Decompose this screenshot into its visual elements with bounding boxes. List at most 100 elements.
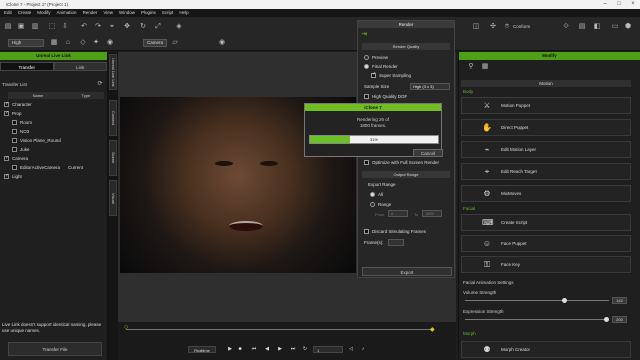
high-quality-dof-checkbox[interactable] [364, 94, 369, 99]
preview-radio[interactable] [364, 55, 369, 60]
chart-icon[interactable]: ▤ [578, 23, 586, 31]
row-checkbox[interactable] [12, 120, 17, 125]
stop-icon[interactable]: ■ [236, 346, 244, 353]
side-tab-unreal-live-link[interactable]: Unreal Live Link [109, 54, 117, 90]
transfer-list-row[interactable]: Juke [0, 145, 104, 154]
discard-option[interactable]: Discard Simulating Frames [364, 228, 426, 235]
side-tab-content[interactable]: Content [109, 100, 117, 136]
menu-plugins[interactable]: Plugins [141, 9, 156, 17]
transfer-list-row[interactable]: Camera [0, 154, 104, 163]
frames-input[interactable] [388, 239, 404, 246]
move-icon[interactable]: ✥ [123, 23, 131, 31]
side-tab-scene[interactable]: Scene [109, 140, 117, 176]
side-tab-visual[interactable]: Visual [109, 180, 117, 216]
preview-option[interactable]: Preview [364, 54, 388, 61]
face-key-button[interactable]: ⚿ Face Key [461, 256, 631, 273]
expression-strength-knob[interactable] [604, 317, 609, 322]
menu-edit[interactable]: Edit [4, 9, 12, 17]
edit-reach-target-button[interactable]: ⌖ Edit Reach Target [461, 163, 631, 180]
discard-checkbox[interactable] [364, 229, 369, 234]
open-icon[interactable]: ▣ [17, 23, 25, 31]
menu-view[interactable]: View [103, 9, 113, 17]
eye-icon[interactable]: ◉ [218, 39, 226, 47]
loop-icon[interactable]: ↻ [301, 346, 309, 353]
scale-icon[interactable]: ⤢ [154, 23, 162, 31]
tab-transfer[interactable]: Transfer [0, 62, 54, 71]
quality-dropdown[interactable]: High [8, 39, 44, 47]
current-frame-field[interactable]: 1 [313, 346, 343, 353]
menu-script[interactable]: Script [162, 9, 174, 17]
home-icon[interactable]: ⌂ [64, 39, 72, 47]
motion-puppet-button[interactable]: ⚔ Motion Puppet [461, 97, 631, 114]
transfer-list-row[interactable]: Room [0, 118, 104, 127]
camera-icon[interactable]: ◉ [106, 39, 114, 47]
first-frame-icon[interactable]: ⏮ [250, 346, 258, 353]
transfer-list-row[interactable]: Light [0, 172, 104, 181]
all-radio[interactable] [370, 192, 375, 197]
timeline-track[interactable] [126, 329, 432, 330]
import-icon[interactable]: ⬚ [48, 23, 56, 31]
mixmoves-button[interactable]: ⚙ MixMoves [461, 185, 631, 202]
realtime-dropdown[interactable]: Realtime [188, 346, 216, 353]
expression-strength-slider[interactable] [465, 317, 609, 322]
audio-icon[interactable]: ♪ [359, 346, 367, 353]
transfer-list-row[interactable]: Character [0, 100, 104, 109]
conform-label[interactable]: Conform [513, 24, 530, 29]
maximize-icon[interactable]: □ [612, 0, 626, 9]
expression-strength-value[interactable]: 200 [612, 316, 627, 323]
volume-strength-knob[interactable] [562, 298, 568, 303]
unreal-icon[interactable]: ⬢ [624, 23, 632, 31]
morph-creator-button[interactable]: ⚉ Morph Creator [461, 341, 631, 358]
last-frame-icon[interactable]: ⏭ [289, 346, 297, 353]
timeline-start-marker[interactable]: ○ [124, 324, 128, 331]
row-checkbox[interactable] [12, 165, 17, 170]
transfer-list-row[interactable]: EditorActiveCamera Current [0, 163, 104, 172]
transform-icon[interactable]: ✣ [489, 23, 497, 31]
undo-icon[interactable]: ↶ [80, 23, 88, 31]
select-icon[interactable]: ⌖ [108, 23, 116, 31]
lock-icon[interactable]: ◫ [472, 23, 480, 31]
view-cube-icon[interactable]: ◇ [79, 39, 87, 47]
timeline-end-marker[interactable]: ◆ [430, 326, 435, 333]
transfer-list-row[interactable]: Prop [0, 109, 104, 118]
speaker-icon[interactable]: ◁ [347, 346, 355, 353]
tab-link[interactable]: Link [53, 62, 107, 71]
minimize-icon[interactable]: – [598, 0, 612, 9]
material-icon[interactable]: ◧ [593, 23, 601, 31]
grid-icon[interactable]: ▦ [50, 39, 58, 47]
row-checkbox[interactable] [4, 109, 9, 118]
play-icon[interactable]: ▶ [226, 346, 234, 353]
row-checkbox[interactable] [4, 172, 9, 181]
optimize-checkbox[interactable] [364, 160, 369, 165]
rotate-icon[interactable]: ↻ [139, 23, 147, 31]
modify-motion-icon[interactable]: ⚲ [467, 63, 475, 71]
row-checkbox[interactable] [12, 138, 17, 143]
super-sampling-checkbox[interactable] [371, 71, 376, 78]
cancel-button[interactable]: Cancel [413, 149, 443, 157]
direct-puppet-button[interactable]: ✋ Direct Puppet [461, 119, 631, 136]
checker-icon[interactable]: ▦ [481, 63, 489, 71]
save-icon[interactable]: ▥ [31, 23, 39, 31]
high-quality-dof-option[interactable]: High Quality DOF [364, 93, 407, 100]
script-icon[interactable]: ⟐ [562, 23, 570, 31]
super-sampling-option[interactable]: Super Sampling [371, 71, 411, 79]
menu-window[interactable]: Window [119, 9, 135, 17]
face-puppet-button[interactable]: ☺ Face Puppet [461, 235, 631, 252]
panel-icon[interactable]: ▭ [611, 23, 619, 31]
final-render-option[interactable]: Final Render [364, 63, 398, 70]
range-radio[interactable] [370, 202, 375, 207]
volume-strength-slider[interactable] [465, 298, 609, 303]
transfer-list-row[interactable]: NO3 [0, 127, 104, 136]
close-icon[interactable]: × [626, 0, 640, 9]
row-checkbox[interactable] [12, 129, 17, 134]
row-checkbox[interactable] [4, 100, 9, 109]
from-input[interactable]: 0 [388, 210, 408, 217]
new-icon[interactable]: ▤ [4, 23, 12, 31]
light-icon[interactable]: ✦ [92, 39, 100, 47]
export-button[interactable]: Export [362, 267, 452, 276]
all-option[interactable]: All [370, 191, 383, 198]
to-input[interactable]: 1800 [422, 210, 442, 217]
camera-dropdown[interactable]: Camera [143, 39, 167, 47]
final-render-radio[interactable] [364, 64, 369, 69]
optimize-option[interactable]: Optimize with Full Screen Render [364, 159, 439, 166]
